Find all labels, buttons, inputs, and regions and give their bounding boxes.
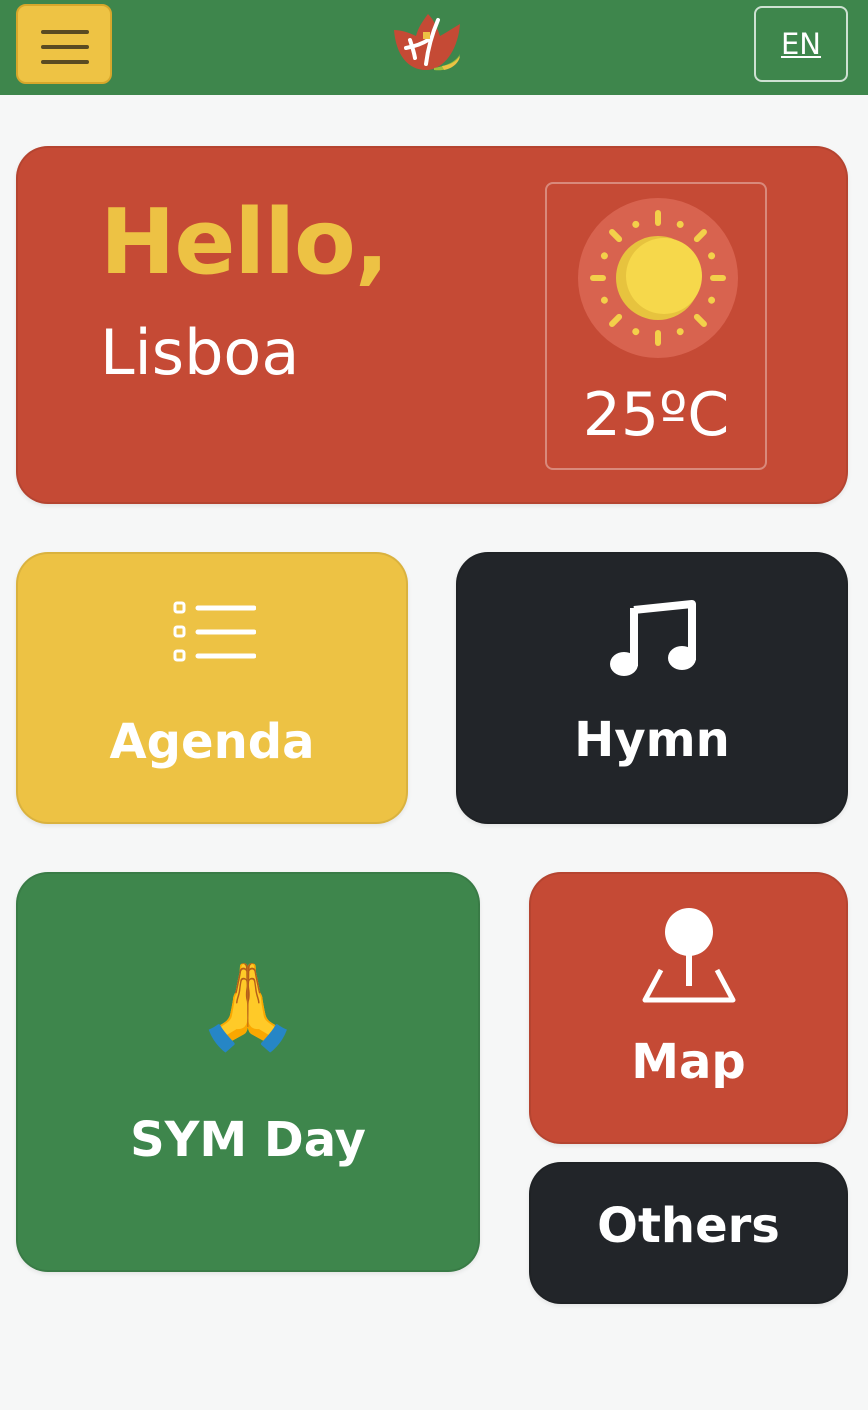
others-label: Others [597,1198,780,1254]
tulip-logo-icon[interactable] [388,10,464,76]
hamburger-menu-icon-bar [41,60,89,64]
weather-widget[interactable]: 25ºC [545,182,767,470]
map-tile[interactable]: Map [529,872,848,1144]
temperature-value: 25ºC [582,380,730,450]
city-name: Lisboa [100,316,300,389]
menu-button[interactable] [16,4,112,84]
hamburger-menu-icon [41,30,89,34]
list-icon [173,601,256,662]
others-tile[interactable]: Others [529,1162,848,1304]
hymn-label: Hymn [574,712,730,768]
music-note-icon [610,600,696,676]
map-pin-icon [642,908,736,1003]
hymn-tile[interactable]: Hymn [456,552,848,824]
top-navigation-bar: EN [0,0,868,95]
praying-hands-icon: 🙏 [195,957,301,1055]
sym-day-label: SYM Day [130,1112,366,1168]
greeting-title: Hello, [100,190,389,295]
language-button[interactable]: EN [754,6,848,82]
sym-day-tile[interactable]: 🙏 SYM Day [16,872,480,1272]
agenda-tile[interactable]: Agenda [16,552,408,824]
map-label: Map [631,1034,746,1090]
greeting-card: Hello, Lisboa 25ºC [16,146,848,504]
agenda-label: Agenda [109,714,315,770]
hamburger-menu-icon-bar [41,45,89,49]
sun-icon [578,198,738,358]
